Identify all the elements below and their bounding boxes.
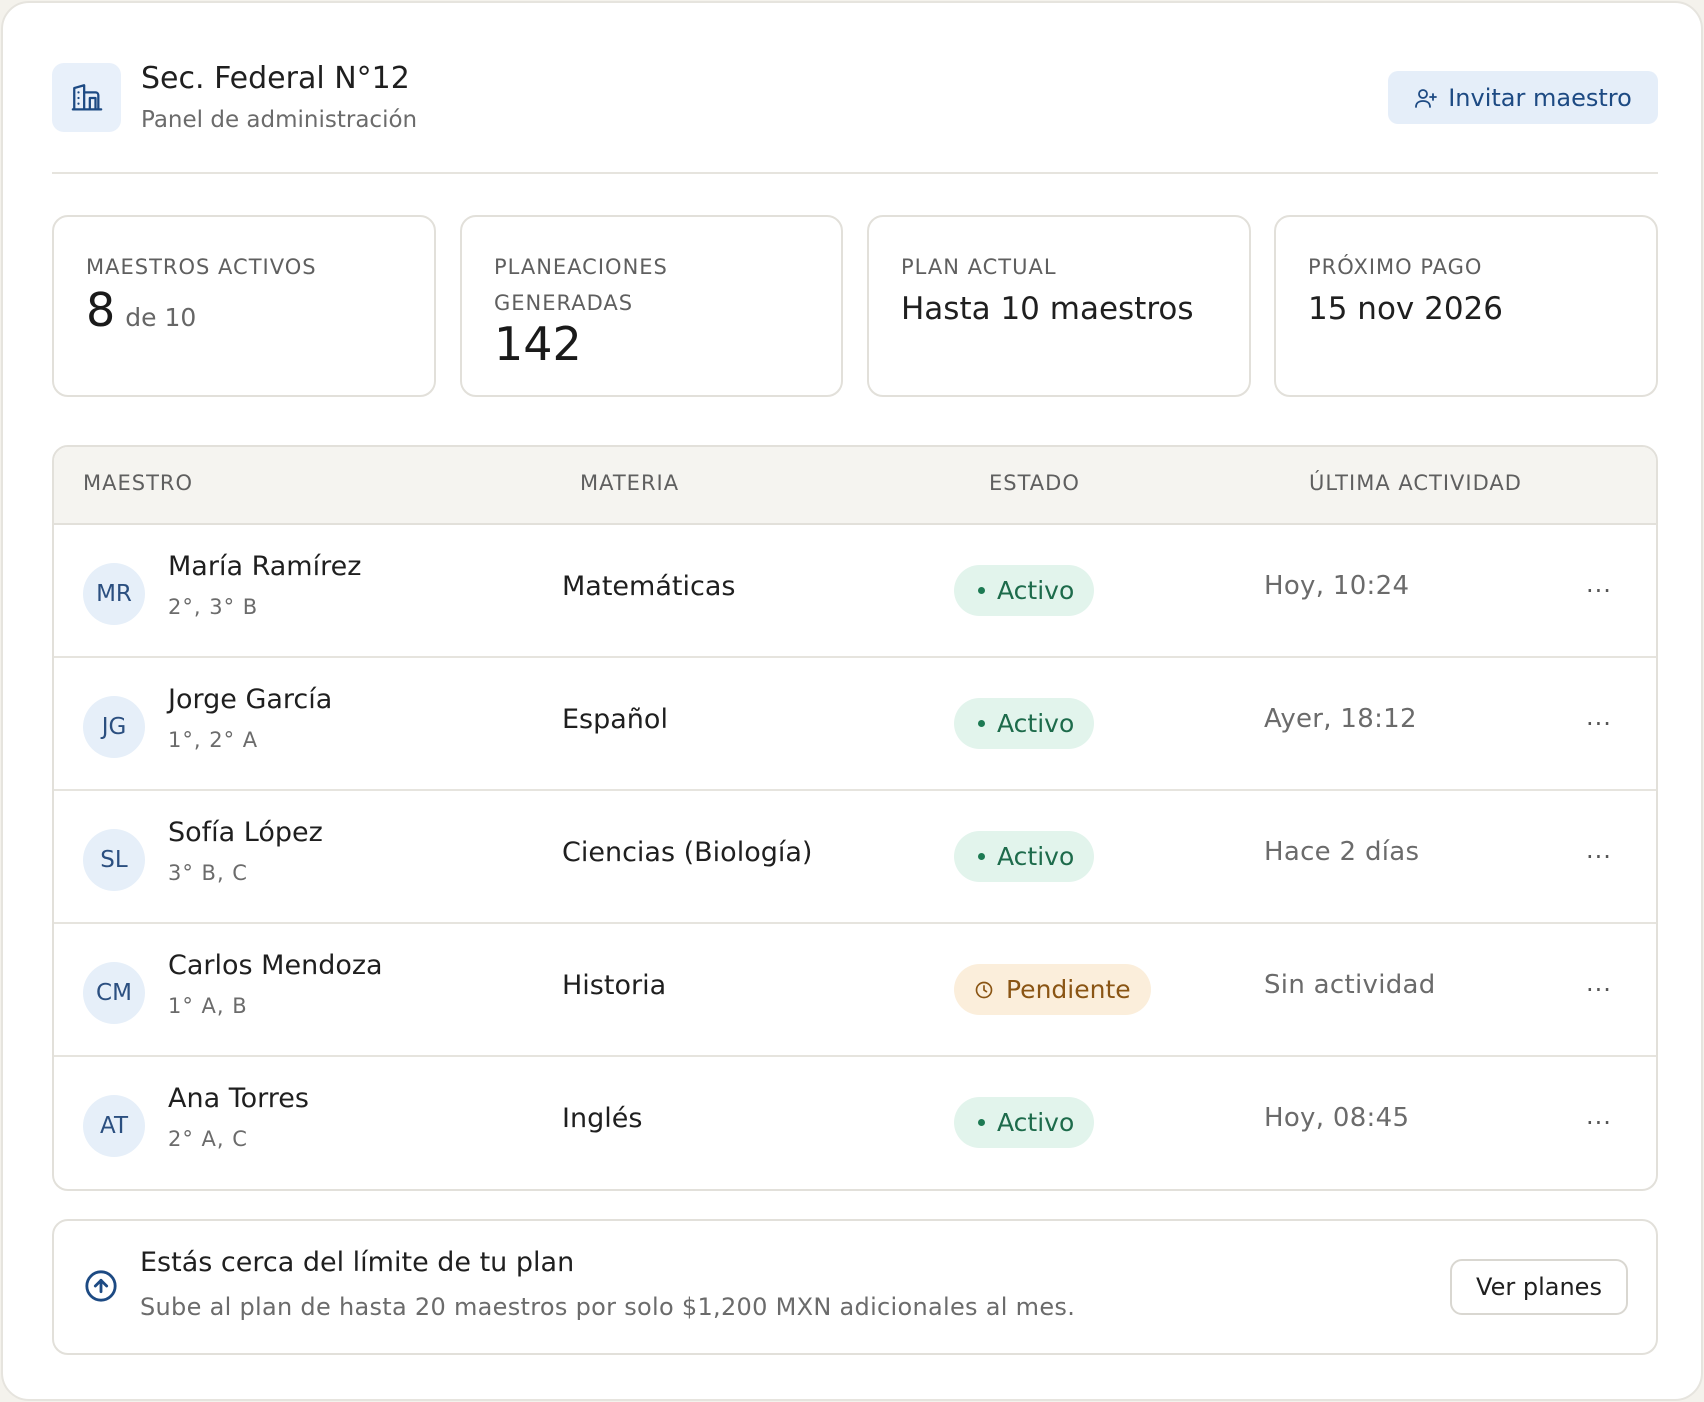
status-label: Activo [997,842,1075,871]
table-row[interactable]: JG Jorge García 1°, 2° A Español Activo … [54,658,1656,791]
last-activity: Sin actividad [1264,970,1436,1000]
teacher-groups: 2° A, C [168,1127,248,1151]
stat-value: Hasta 10 maestros [901,291,1194,327]
more-options-button[interactable]: ··· [1579,704,1619,744]
teacher-subject: Ciencias (Biología) [562,837,813,868]
avatar: CM [83,962,145,1024]
status-badge: Activo [954,698,1095,749]
stat-next-payment: PRÓXIMO PAGO 15 nov 2026 [1274,215,1658,397]
stat-label: MAESTROS ACTIVOS [86,255,317,279]
last-activity: Hoy, 08:45 [1264,1103,1410,1133]
column-header-subject: MATERIA [580,471,680,495]
stat-plans-generated: PLANEACIONES GENERADAS 142 [460,215,843,397]
last-activity: Hace 2 días [1264,837,1420,867]
column-header-teacher: MAESTRO [83,471,194,495]
stat-label: PLAN ACTUAL [901,255,1057,279]
status-badge: Activo [954,831,1095,882]
teacher-name: María Ramírez [168,551,362,582]
status-label: Activo [997,1108,1075,1137]
invite-teacher-button[interactable]: Invitar maestro [1388,71,1658,124]
stat-value: 15 nov 2026 [1308,291,1504,327]
teacher-groups: 1° A, B [168,994,248,1018]
teacher-name: Sofía López [168,817,323,848]
page-title: Sec. Federal N°12 [141,61,410,96]
teacher-subject: Inglés [562,1103,643,1134]
stat-label: PRÓXIMO PAGO [1308,255,1483,279]
upgrade-banner: Estás cerca del límite de tu plan Sube a… [52,1219,1658,1355]
avatar: JG [83,696,145,758]
more-options-button[interactable]: ··· [1579,970,1619,1010]
teachers-table: MAESTRO MATERIA ESTADO ÚLTIMA ACTIVIDAD … [52,445,1658,1191]
stat-value: 8 [86,283,116,337]
page-subtitle: Panel de administración [141,107,418,133]
teacher-groups: 3° B, C [168,861,248,885]
view-plans-button[interactable]: Ver planes [1450,1259,1628,1315]
more-options-button[interactable]: ··· [1579,571,1619,611]
teacher-name: Ana Torres [168,1083,309,1114]
admin-panel-card: Sec. Federal N°12 Panel de administració… [1,1,1703,1401]
table-row[interactable]: CM Carlos Mendoza 1° A, B Historia Pendi… [54,924,1656,1057]
status-badge: Activo [954,565,1095,616]
column-header-last-activity: ÚLTIMA ACTIVIDAD [1309,471,1522,495]
avatar: SL [83,829,145,891]
last-activity: Ayer, 18:12 [1264,704,1417,734]
stat-value: 142 [494,317,582,371]
upgrade-arrow-icon [84,1269,118,1307]
status-dot-icon [978,853,985,860]
table-row[interactable]: AT Ana Torres 2° A, C Inglés Activo Hoy,… [54,1057,1656,1189]
status-label: Pendiente [1006,975,1131,1004]
status-dot-icon [978,1119,985,1126]
column-header-status: ESTADO [989,471,1080,495]
banner-text: Sube al plan de hasta 20 maestros por so… [140,1293,1076,1321]
avatar: MR [83,563,145,625]
stat-active-teachers: MAESTROS ACTIVOS 8 de 10 [52,215,436,397]
teacher-groups: 2°, 3° B [168,595,259,619]
teacher-groups: 1°, 2° A [168,728,259,752]
stat-suffix: de 10 [125,303,197,332]
add-user-icon [1415,88,1438,108]
status-dot-icon [978,587,985,594]
banner-title: Estás cerca del límite de tu plan [140,1247,575,1278]
teacher-subject: Historia [562,970,667,1001]
header-divider [52,172,1658,174]
more-options-button[interactable]: ··· [1579,1103,1619,1143]
table-row[interactable]: MR María Ramírez 2°, 3° B Matemáticas Ac… [54,525,1656,658]
stat-label: PLANEACIONES GENERADAS [494,255,668,315]
stat-current-plan: PLAN ACTUAL Hasta 10 maestros [867,215,1251,397]
status-label: Activo [997,576,1075,605]
header: Sec. Federal N°12 Panel de administració… [52,61,1658,141]
last-activity: Hoy, 10:24 [1264,571,1410,601]
table-row[interactable]: SL Sofía López 3° B, C Ciencias (Biologí… [54,791,1656,924]
teacher-subject: Matemáticas [562,571,736,602]
clock-icon [975,981,993,998]
status-badge: Pendiente [954,964,1151,1015]
teacher-subject: Español [562,704,668,735]
school-building-icon [52,63,121,132]
status-badge: Activo [954,1097,1095,1148]
table-header: MAESTRO MATERIA ESTADO ÚLTIMA ACTIVIDAD [54,447,1656,525]
invite-teacher-label: Invitar maestro [1448,83,1632,112]
status-dot-icon [978,720,985,727]
teacher-name: Jorge García [168,684,333,715]
avatar: AT [83,1095,145,1157]
more-options-button[interactable]: ··· [1579,837,1619,877]
teacher-name: Carlos Mendoza [168,950,383,981]
status-label: Activo [997,709,1075,738]
